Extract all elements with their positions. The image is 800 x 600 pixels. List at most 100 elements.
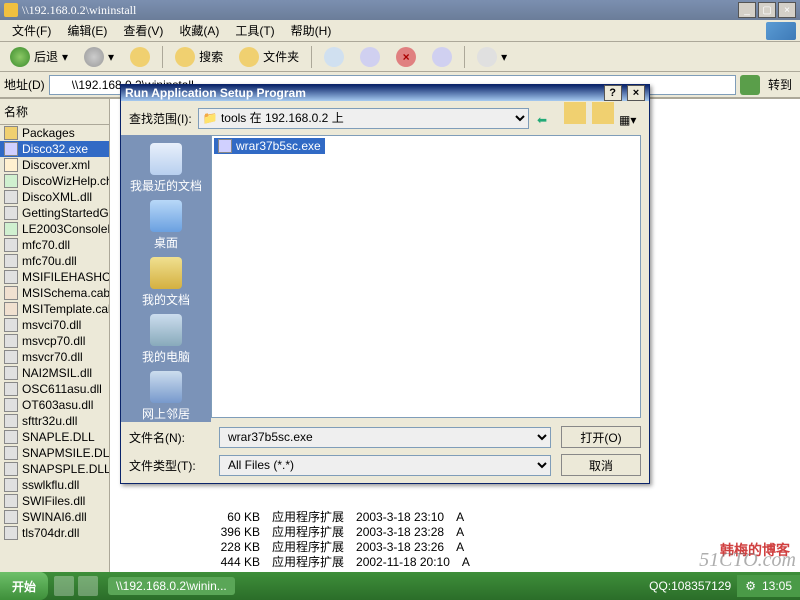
views-button[interactable]: ▾ bbox=[471, 45, 513, 69]
lookin-dropdown[interactable]: 📁 tools 在 192.168.0.2 上 bbox=[198, 108, 529, 129]
dialog-up-icon[interactable] bbox=[564, 102, 586, 124]
minimize-button[interactable]: _ bbox=[738, 2, 756, 18]
file-icon bbox=[4, 494, 18, 508]
window-title: \\192.168.0.2\wininstall bbox=[22, 3, 738, 18]
list-item[interactable]: sswlkflu.dll bbox=[0, 477, 109, 493]
file-icon bbox=[4, 270, 18, 284]
list-item[interactable]: SWINAI6.dll bbox=[0, 509, 109, 525]
dialog-titlebar[interactable]: Run Application Setup Program ? × bbox=[121, 85, 649, 101]
delete-icon: × bbox=[396, 47, 416, 67]
list-item[interactable]: msvcp70.dll bbox=[0, 333, 109, 349]
list-item[interactable]: wrar37b5sc.exe bbox=[214, 138, 325, 154]
list-item[interactable]: GettingStartedGu bbox=[0, 205, 109, 221]
views-icon bbox=[477, 47, 497, 67]
desktop-icon bbox=[150, 200, 182, 232]
menu-view[interactable]: 查看(V) bbox=[115, 20, 171, 41]
filename-input[interactable]: wrar37b5sc.exe bbox=[219, 427, 551, 448]
forward-button[interactable]: ▾ bbox=[78, 45, 120, 69]
cancel-button[interactable]: 取消 bbox=[561, 454, 641, 476]
menu-file[interactable]: 文件(F) bbox=[4, 20, 59, 41]
move-button[interactable] bbox=[318, 45, 350, 69]
dialog-newfolder-icon[interactable] bbox=[592, 102, 614, 124]
open-button[interactable]: 打开(O) bbox=[561, 426, 641, 448]
list-item[interactable]: Packages bbox=[0, 125, 109, 141]
move-icon bbox=[324, 47, 344, 67]
dialog-close-button[interactable]: × bbox=[627, 85, 645, 101]
back-button[interactable]: 后退 ▾ bbox=[4, 45, 74, 69]
copy-button[interactable] bbox=[354, 45, 386, 69]
list-item[interactable]: SWIFiles.dll bbox=[0, 493, 109, 509]
list-item[interactable]: SNAPSPLE.DLL bbox=[0, 461, 109, 477]
file-icon bbox=[4, 430, 18, 444]
list-item[interactable]: mfc70.dll bbox=[0, 237, 109, 253]
menu-favorites[interactable]: 收藏(A) bbox=[171, 20, 227, 41]
list-item[interactable]: mfc70u.dll bbox=[0, 253, 109, 269]
tray-icon[interactable]: ⚙ bbox=[745, 579, 756, 593]
go-icon[interactable] bbox=[740, 75, 760, 95]
place-network[interactable]: 网上邻居 bbox=[142, 371, 190, 422]
goto-label[interactable]: 转到 bbox=[764, 76, 796, 93]
dialog-help-button[interactable]: ? bbox=[604, 85, 622, 101]
dialog-title: Run Application Setup Program bbox=[125, 86, 602, 100]
file-list: PackagesDisco32.exeDiscover.xmlDiscoWizH… bbox=[0, 125, 109, 541]
start-button[interactable]: 开始 bbox=[0, 572, 48, 600]
column-header-name[interactable]: 名称 bbox=[0, 99, 109, 125]
search-button[interactable]: 搜索 bbox=[169, 45, 229, 69]
dialog-back-icon[interactable]: ⬅ bbox=[537, 113, 559, 135]
list-item[interactable]: sfttr32u.dll bbox=[0, 413, 109, 429]
file-icon bbox=[4, 446, 18, 460]
system-tray[interactable]: ⚙ 13:05 bbox=[737, 575, 800, 597]
list-item[interactable]: msvci70.dll bbox=[0, 317, 109, 333]
maximize-button[interactable]: ▢ bbox=[758, 2, 776, 18]
list-item[interactable]: MSIFILEHASHCONSO bbox=[0, 269, 109, 285]
ql-ie-icon[interactable] bbox=[54, 576, 74, 596]
list-item[interactable]: NAI2MSIL.dll bbox=[0, 365, 109, 381]
list-item[interactable]: Discover.xml bbox=[0, 157, 109, 173]
list-item[interactable]: DiscoXML.dll bbox=[0, 189, 109, 205]
list-item[interactable]: MSISchema.cab bbox=[0, 285, 109, 301]
places-bar: 我最近的文档 桌面 我的文档 我的电脑 网上邻居 bbox=[121, 135, 211, 422]
list-item[interactable]: DiscoWizHelp.chm bbox=[0, 173, 109, 189]
filename-label: 文件名(N): bbox=[129, 429, 209, 446]
delete-button[interactable]: × bbox=[390, 45, 422, 69]
list-item[interactable]: OSC611asu.dll bbox=[0, 381, 109, 397]
undo-button[interactable] bbox=[426, 45, 458, 69]
ql-desktop-icon[interactable] bbox=[78, 576, 98, 596]
file-icon bbox=[4, 398, 18, 412]
file-icon bbox=[4, 526, 18, 540]
taskbar-item[interactable]: \\192.168.0.2\winin... bbox=[108, 577, 235, 595]
list-item[interactable]: OT603asu.dll bbox=[0, 397, 109, 413]
up-button[interactable] bbox=[124, 45, 156, 69]
documents-icon bbox=[150, 257, 182, 289]
list-item[interactable]: SNAPMSILE.DLL bbox=[0, 445, 109, 461]
folders-button[interactable]: 文件夹 bbox=[233, 45, 305, 69]
list-item[interactable]: Disco32.exe bbox=[0, 141, 109, 157]
menu-tools[interactable]: 工具(T) bbox=[227, 20, 282, 41]
watermark-site: 51CTO.com bbox=[699, 549, 796, 572]
menu-help[interactable]: 帮助(H) bbox=[283, 20, 340, 41]
list-item[interactable]: MSITemplate.cab bbox=[0, 301, 109, 317]
file-icon bbox=[4, 238, 18, 252]
list-item[interactable]: tls704dr.dll bbox=[0, 525, 109, 541]
list-item[interactable]: SNAPLE.DLL bbox=[0, 429, 109, 445]
name-column: 名称 PackagesDisco32.exeDiscover.xmlDiscoW… bbox=[0, 99, 110, 580]
menubar: 文件(F) 编辑(E) 查看(V) 收藏(A) 工具(T) 帮助(H) bbox=[0, 20, 800, 42]
filetype-dropdown[interactable]: All Files (*.*) bbox=[219, 455, 551, 476]
place-computer[interactable]: 我的电脑 bbox=[142, 314, 190, 365]
list-item[interactable]: LE2003ConsoleHel bbox=[0, 221, 109, 237]
file-icon bbox=[4, 302, 18, 316]
place-desktop[interactable]: 桌面 bbox=[150, 200, 182, 251]
folders-icon bbox=[239, 47, 259, 67]
list-item[interactable]: msvcr70.dll bbox=[0, 349, 109, 365]
file-icon bbox=[4, 286, 18, 300]
place-documents[interactable]: 我的文档 bbox=[142, 257, 190, 308]
dialog-file-list[interactable]: wrar37b5sc.exe bbox=[211, 135, 641, 418]
close-button[interactable]: × bbox=[778, 2, 796, 18]
detail-rows: 60 KB应用程序扩展2003-3-18 23:10A396 KB应用程序扩展2… bbox=[200, 510, 470, 570]
dialog-views-icon[interactable]: ▦▾ bbox=[619, 113, 641, 135]
menu-edit[interactable]: 编辑(E) bbox=[59, 20, 115, 41]
up-icon bbox=[130, 47, 150, 67]
place-recent[interactable]: 我最近的文档 bbox=[130, 143, 202, 194]
copy-icon bbox=[360, 47, 380, 67]
computer-icon bbox=[150, 314, 182, 346]
